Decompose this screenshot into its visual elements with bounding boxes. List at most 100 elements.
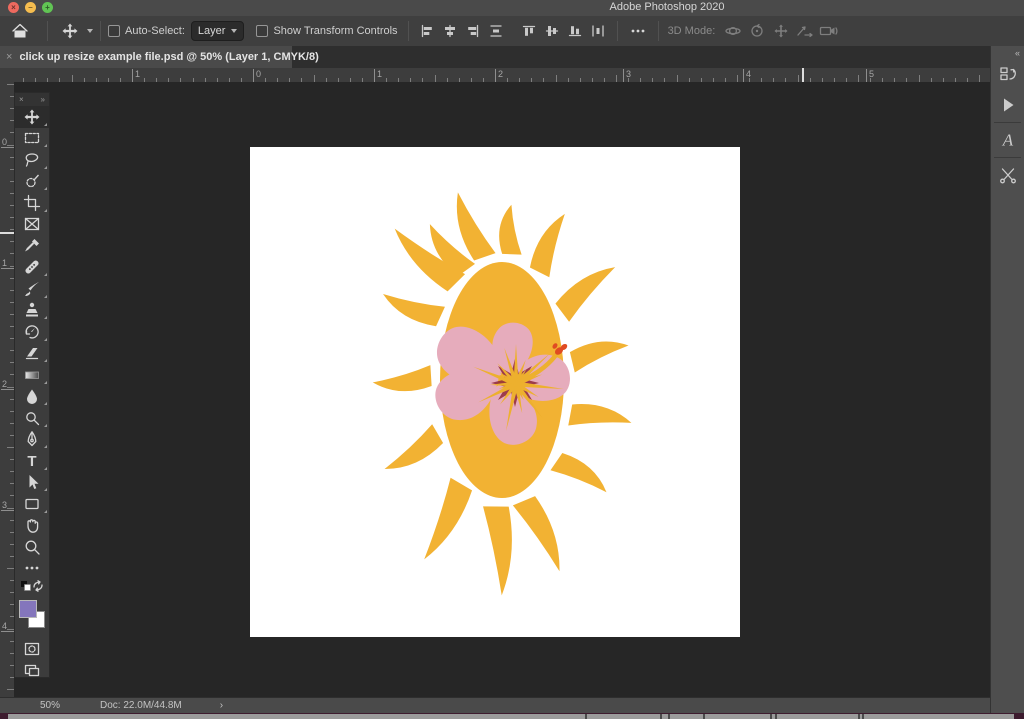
panel-expand-icon[interactable]: »	[41, 95, 45, 104]
status-popup-chevron[interactable]: ›	[220, 700, 223, 711]
tab-close-icon[interactable]: ×	[6, 51, 12, 63]
roll-3d-button[interactable]	[745, 23, 769, 39]
show-transform-option[interactable]: Show Transform Controls	[256, 25, 397, 37]
auto-select-option[interactable]: Auto-Select: Layer	[108, 21, 244, 41]
auto-select-target-dropdown[interactable]: Layer	[191, 21, 245, 41]
slide-3d-button[interactable]	[793, 23, 817, 39]
distribute-v-button[interactable]	[485, 24, 508, 38]
more-options-button[interactable]	[625, 22, 651, 40]
align-right-icon	[466, 24, 480, 38]
chevron-down-icon	[87, 29, 93, 33]
horizontal-ruler[interactable]: 1012345	[14, 68, 990, 83]
actions-panel-icon	[998, 95, 1018, 115]
tool-flyout-indicator	[44, 316, 47, 319]
expand-panels-icon[interactable]: «	[991, 46, 1024, 60]
window-title: Adobe Photoshop 2020	[610, 1, 725, 13]
eyedropper-tool[interactable]	[15, 235, 49, 257]
history-panel-icon	[998, 65, 1018, 85]
tool-flyout-indicator	[44, 144, 47, 147]
ruler-major-tick	[132, 69, 133, 82]
ruler-origin-box[interactable]	[0, 68, 15, 83]
tool-flyout-indicator	[44, 338, 47, 341]
vertical-ruler[interactable]: 01234	[0, 82, 15, 697]
auto-select-checkbox[interactable]	[108, 25, 120, 37]
rectangle-icon	[23, 495, 41, 513]
default-colors-icon[interactable]	[20, 580, 32, 592]
distribute-v-icon	[489, 24, 503, 38]
align-right-button[interactable]	[462, 24, 485, 38]
actions-panel-button[interactable]	[991, 90, 1024, 120]
type-tool[interactable]: T	[15, 450, 49, 472]
blur-tool[interactable]	[15, 386, 49, 408]
panel-dock: « A	[990, 46, 1024, 713]
pen-tool[interactable]	[15, 429, 49, 451]
lasso-tool[interactable]	[15, 149, 49, 171]
ruler-tick	[7, 84, 14, 85]
edit-toolbar-tool[interactable]	[15, 558, 49, 580]
align-left-button[interactable]	[416, 24, 439, 38]
align-top-icon	[522, 24, 536, 38]
clone-stamp-tool[interactable]	[15, 300, 49, 322]
svg-text:T: T	[27, 453, 36, 470]
document-tab[interactable]: × click up resize example file.psd @ 50%…	[0, 46, 292, 68]
tab-title: click up resize example file.psd @ 50% (…	[19, 51, 318, 63]
history-brush-tool[interactable]	[15, 321, 49, 343]
rectangle-tool[interactable]	[15, 493, 49, 515]
ruler-major-tick	[1, 510, 14, 511]
tool-flyout-indicator	[44, 187, 47, 190]
ruler-number: 0	[256, 69, 261, 79]
panel-close-icon[interactable]: ×	[19, 95, 24, 104]
move-tool[interactable]	[15, 106, 49, 128]
ruler-tick	[7, 508, 14, 509]
edit-toolbar-icon	[23, 559, 41, 577]
history-panel-button[interactable]	[991, 60, 1024, 90]
history-brush-icon	[23, 323, 41, 341]
ruler-tick	[314, 75, 315, 82]
rectangular-marquee-tool[interactable]	[15, 128, 49, 150]
ruler-number: 1	[377, 69, 382, 79]
path-selection-tool[interactable]	[15, 472, 49, 494]
zoom-level-field[interactable]: 50%	[40, 700, 60, 711]
object-selection-tool[interactable]	[15, 171, 49, 193]
eraser-tool[interactable]	[15, 343, 49, 365]
show-transform-checkbox[interactable]	[256, 25, 268, 37]
foreground-color-swatch[interactable]	[19, 600, 37, 618]
brush-tool[interactable]	[15, 278, 49, 300]
pan-3d-button[interactable]	[769, 23, 793, 39]
home-button[interactable]	[0, 22, 40, 40]
frame-tool[interactable]	[15, 214, 49, 236]
document-tab-bar: × click up resize example file.psd @ 50%…	[0, 46, 1024, 68]
ruler-number: 1	[135, 69, 140, 79]
ruler-tick	[616, 75, 617, 82]
align-top-button[interactable]	[518, 24, 541, 38]
tool-preset-picker[interactable]	[61, 22, 93, 40]
status-bar: 50% Doc: 22.0M/44.8M ›	[0, 697, 990, 713]
traffic-light-close-button[interactable]: ×	[8, 2, 19, 13]
character-panel-button[interactable]: A	[991, 125, 1024, 155]
hand-tool[interactable]	[15, 515, 49, 537]
tool-flyout-indicator	[44, 123, 47, 126]
distribute-h-button[interactable]	[587, 24, 610, 38]
screen-mode-button[interactable]	[15, 660, 49, 682]
spot-healing-brush-tool[interactable]	[15, 257, 49, 279]
swap-colors-icon[interactable]	[32, 580, 44, 592]
gradient-icon	[23, 366, 41, 384]
ruler-tick	[737, 75, 738, 82]
tool-presets-panel-button[interactable]	[991, 160, 1024, 190]
gradient-tool[interactable]	[15, 364, 49, 386]
document-canvas[interactable]	[250, 147, 740, 637]
desktop-window-edge	[703, 714, 705, 719]
ruler-major-tick	[1, 389, 14, 390]
crop-tool[interactable]	[15, 192, 49, 214]
camera-3d-button[interactable]	[817, 23, 841, 39]
orbit-3d-button[interactable]	[721, 23, 745, 39]
traffic-light-minimize-button[interactable]: –	[25, 2, 36, 13]
align-center-h-button[interactable]	[439, 24, 462, 38]
zoom-tool[interactable]	[15, 536, 49, 558]
align-middle-button[interactable]	[541, 24, 564, 38]
quick-mask-button[interactable]	[15, 638, 49, 660]
traffic-light-zoom-button[interactable]: +	[42, 2, 53, 13]
dodge-tool[interactable]	[15, 407, 49, 429]
cursor-position-marker	[802, 68, 804, 82]
align-bottom-button[interactable]	[564, 24, 587, 38]
